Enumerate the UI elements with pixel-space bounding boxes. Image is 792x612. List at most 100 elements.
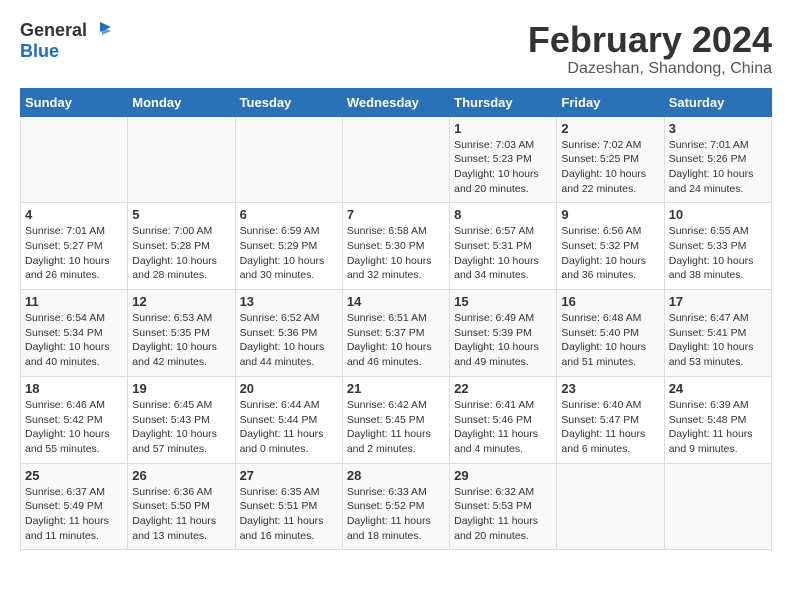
cell-w2-d1: 4 Sunrise: 7:01 AMSunset: 5:27 PMDaylight… <box>21 203 128 290</box>
day-number: 14 <box>347 294 445 309</box>
day-number: 3 <box>669 121 767 136</box>
day-number: 17 <box>669 294 767 309</box>
day-info: Sunrise: 6:52 AMSunset: 5:36 PMDaylight:… <box>240 311 338 370</box>
cell-w4-d4: 21 Sunrise: 6:42 AMSunset: 5:45 PMDayligh… <box>342 376 449 463</box>
day-number: 26 <box>132 468 230 483</box>
day-info: Sunrise: 6:49 AMSunset: 5:39 PMDaylight:… <box>454 311 552 370</box>
cell-w3-d5: 15 Sunrise: 6:49 AMSunset: 5:39 PMDayligh… <box>450 290 557 377</box>
cell-w1-d1 <box>21 116 128 203</box>
day-info: Sunrise: 7:01 AMSunset: 5:26 PMDaylight:… <box>669 138 767 197</box>
day-number: 16 <box>561 294 659 309</box>
weekday-wednesday: Wednesday <box>342 88 449 116</box>
day-info: Sunrise: 6:37 AMSunset: 5:49 PMDaylight:… <box>25 485 123 544</box>
day-number: 12 <box>132 294 230 309</box>
day-number: 27 <box>240 468 338 483</box>
day-info: Sunrise: 6:36 AMSunset: 5:50 PMDaylight:… <box>132 485 230 544</box>
cell-w4-d7: 24 Sunrise: 6:39 AMSunset: 5:48 PMDayligh… <box>664 376 771 463</box>
logo-flag-icon <box>89 20 111 42</box>
day-info: Sunrise: 6:40 AMSunset: 5:47 PMDaylight:… <box>561 398 659 457</box>
cell-w5-d2: 26 Sunrise: 6:36 AMSunset: 5:50 PMDayligh… <box>128 463 235 550</box>
cell-w4-d6: 23 Sunrise: 6:40 AMSunset: 5:47 PMDayligh… <box>557 376 664 463</box>
day-number: 22 <box>454 381 552 396</box>
day-number: 13 <box>240 294 338 309</box>
day-number: 29 <box>454 468 552 483</box>
day-info: Sunrise: 6:32 AMSunset: 5:53 PMDaylight:… <box>454 485 552 544</box>
day-info: Sunrise: 6:53 AMSunset: 5:35 PMDaylight:… <box>132 311 230 370</box>
day-number: 2 <box>561 121 659 136</box>
weekday-monday: Monday <box>128 88 235 116</box>
day-info: Sunrise: 6:47 AMSunset: 5:41 PMDaylight:… <box>669 311 767 370</box>
day-number: 11 <box>25 294 123 309</box>
day-number: 25 <box>25 468 123 483</box>
day-number: 1 <box>454 121 552 136</box>
cell-w4-d2: 19Sunrise: 6:45 AMSunset: 5:43 PMDayligh… <box>128 376 235 463</box>
day-number: 24 <box>669 381 767 396</box>
cell-w4-d1: 18 Sunrise: 6:46 AMSunset: 5:42 PMDayligh… <box>21 376 128 463</box>
day-number: 4 <box>25 207 123 222</box>
week-row-4: 18 Sunrise: 6:46 AMSunset: 5:42 PMDayligh… <box>21 376 772 463</box>
weekday-saturday: Saturday <box>664 88 771 116</box>
day-number: 28 <box>347 468 445 483</box>
day-number: 9 <box>561 207 659 222</box>
day-info: Sunrise: 6:48 AMSunset: 5:40 PMDaylight:… <box>561 311 659 370</box>
header: General Blue February 2024 Dazeshan, Sha… <box>20 20 772 78</box>
day-info: Sunrise: 6:45 AMSunset: 5:43 PMDaylight:… <box>132 398 230 457</box>
cell-w1-d5: 1 Sunrise: 7:03 AMSunset: 5:23 PMDaylight… <box>450 116 557 203</box>
cell-w1-d6: 2Sunrise: 7:02 AMSunset: 5:25 PMDaylight… <box>557 116 664 203</box>
cell-w5-d4: 28 Sunrise: 6:33 AMSunset: 5:52 PMDayligh… <box>342 463 449 550</box>
week-row-1: 1 Sunrise: 7:03 AMSunset: 5:23 PMDaylight… <box>21 116 772 203</box>
day-info: Sunrise: 6:51 AMSunset: 5:37 PMDaylight:… <box>347 311 445 370</box>
cell-w2-d7: 10 Sunrise: 6:55 AMSunset: 5:33 PMDayligh… <box>664 203 771 290</box>
cell-w3-d1: 11Sunrise: 6:54 AMSunset: 5:34 PMDayligh… <box>21 290 128 377</box>
weekday-friday: Friday <box>557 88 664 116</box>
day-number: 15 <box>454 294 552 309</box>
logo: General Blue <box>20 20 111 62</box>
day-info: Sunrise: 6:42 AMSunset: 5:45 PMDaylight:… <box>347 398 445 457</box>
title-section: February 2024 Dazeshan, Shandong, China <box>528 20 772 78</box>
day-info: Sunrise: 6:46 AMSunset: 5:42 PMDaylight:… <box>25 398 123 457</box>
day-info: Sunrise: 6:33 AMSunset: 5:52 PMDaylight:… <box>347 485 445 544</box>
cell-w3-d7: 17 Sunrise: 6:47 AMSunset: 5:41 PMDayligh… <box>664 290 771 377</box>
day-info: Sunrise: 6:56 AMSunset: 5:32 PMDaylight:… <box>561 224 659 283</box>
day-number: 8 <box>454 207 552 222</box>
cell-w3-d3: 13 Sunrise: 6:52 AMSunset: 5:36 PMDayligh… <box>235 290 342 377</box>
weekday-tuesday: Tuesday <box>235 88 342 116</box>
cell-w1-d7: 3 Sunrise: 7:01 AMSunset: 5:26 PMDaylight… <box>664 116 771 203</box>
cell-w5-d3: 27Sunrise: 6:35 AMSunset: 5:51 PMDayligh… <box>235 463 342 550</box>
subtitle: Dazeshan, Shandong, China <box>528 60 772 78</box>
cell-w5-d6 <box>557 463 664 550</box>
day-info: Sunrise: 6:55 AMSunset: 5:33 PMDaylight:… <box>669 224 767 283</box>
week-row-3: 11Sunrise: 6:54 AMSunset: 5:34 PMDayligh… <box>21 290 772 377</box>
cell-w2-d6: 9 Sunrise: 6:56 AMSunset: 5:32 PMDaylight… <box>557 203 664 290</box>
day-info: Sunrise: 7:00 AMSunset: 5:28 PMDaylight:… <box>132 224 230 283</box>
weekday-thursday: Thursday <box>450 88 557 116</box>
cell-w5-d5: 29 Sunrise: 6:32 AMSunset: 5:53 PMDayligh… <box>450 463 557 550</box>
week-row-5: 25 Sunrise: 6:37 AMSunset: 5:49 PMDayligh… <box>21 463 772 550</box>
calendar-table: SundayMondayTuesdayWednesdayThursdayFrid… <box>20 88 772 551</box>
cell-w5-d1: 25 Sunrise: 6:37 AMSunset: 5:49 PMDayligh… <box>21 463 128 550</box>
cell-w3-d4: 14 Sunrise: 6:51 AMSunset: 5:37 PMDayligh… <box>342 290 449 377</box>
day-info: Sunrise: 6:58 AMSunset: 5:30 PMDaylight:… <box>347 224 445 283</box>
cell-w3-d6: 16 Sunrise: 6:48 AMSunset: 5:40 PMDayligh… <box>557 290 664 377</box>
day-number: 6 <box>240 207 338 222</box>
day-number: 7 <box>347 207 445 222</box>
day-number: 23 <box>561 381 659 396</box>
cell-w5-d7 <box>664 463 771 550</box>
day-info: Sunrise: 7:01 AMSunset: 5:27 PMDaylight:… <box>25 224 123 283</box>
cell-w1-d3 <box>235 116 342 203</box>
day-info: Sunrise: 6:57 AMSunset: 5:31 PMDaylight:… <box>454 224 552 283</box>
day-number: 21 <box>347 381 445 396</box>
day-number: 5 <box>132 207 230 222</box>
day-info: Sunrise: 7:03 AMSunset: 5:23 PMDaylight:… <box>454 138 552 197</box>
day-info: Sunrise: 6:59 AMSunset: 5:29 PMDaylight:… <box>240 224 338 283</box>
cell-w4-d3: 20Sunrise: 6:44 AMSunset: 5:44 PMDayligh… <box>235 376 342 463</box>
day-number: 10 <box>669 207 767 222</box>
day-info: Sunrise: 6:41 AMSunset: 5:46 PMDaylight:… <box>454 398 552 457</box>
cell-w2-d2: 5 Sunrise: 7:00 AMSunset: 5:28 PMDaylight… <box>128 203 235 290</box>
cell-w1-d4 <box>342 116 449 203</box>
main-title: February 2024 <box>528 20 772 60</box>
cell-w2-d5: 8 Sunrise: 6:57 AMSunset: 5:31 PMDaylight… <box>450 203 557 290</box>
week-row-2: 4 Sunrise: 7:01 AMSunset: 5:27 PMDaylight… <box>21 203 772 290</box>
day-info: Sunrise: 6:39 AMSunset: 5:48 PMDaylight:… <box>669 398 767 457</box>
day-number: 18 <box>25 381 123 396</box>
